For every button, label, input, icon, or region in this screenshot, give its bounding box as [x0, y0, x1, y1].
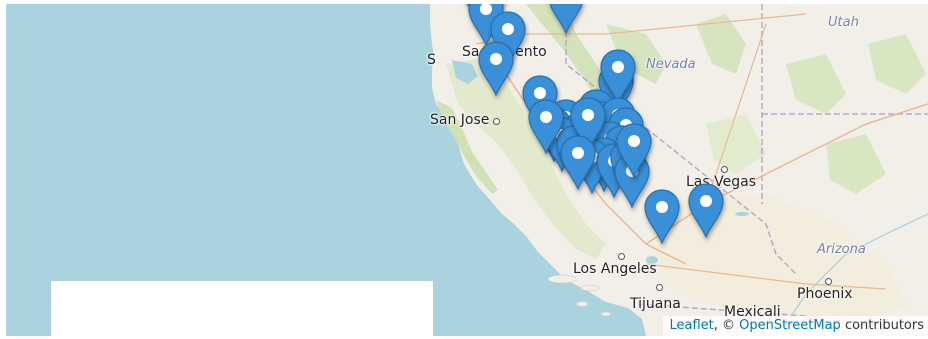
- map-label-fragment: S: [427, 52, 436, 68]
- city-label-los-angeles: Los Angeles: [573, 261, 657, 277]
- city-dot-san-jose: [493, 118, 500, 125]
- state-label-nevada: Nevada: [646, 57, 696, 72]
- city-dot-tijuana: [656, 284, 663, 291]
- state-label-arizona: Arizona: [817, 242, 866, 257]
- attribution-separator: , ©: [713, 318, 740, 333]
- city-label-tijuana: Tijuana: [630, 296, 681, 312]
- city-dot-phoenix: [825, 278, 832, 285]
- map-marker-icon[interactable]: [687, 182, 725, 239]
- openstreetmap-link[interactable]: OpenStreetMap: [739, 318, 841, 333]
- leaflet-link[interactable]: Leaflet: [669, 318, 713, 333]
- map-marker-icon[interactable]: [559, 134, 597, 191]
- state-label-utah: Utah: [828, 15, 859, 30]
- map-marker-icon[interactable]: [615, 122, 653, 179]
- map-marker-icon[interactable]: [547, 4, 585, 35]
- city-label-phoenix: Phoenix: [797, 286, 853, 302]
- map-marker-icon[interactable]: [477, 40, 515, 97]
- map-container[interactable]: S Sacramento San Jose Nevada Utah Las Ve…: [6, 4, 928, 336]
- blank-panel: [51, 281, 433, 336]
- city-dot-las-vegas: [721, 166, 728, 173]
- map-attribution: Leaflet, © OpenStreetMap contributors: [663, 316, 928, 336]
- city-dot-los-angeles: [618, 253, 625, 260]
- city-label-san-jose: San Jose: [430, 112, 490, 128]
- map-marker-icon[interactable]: [643, 188, 681, 245]
- attribution-suffix: contributors: [840, 318, 924, 333]
